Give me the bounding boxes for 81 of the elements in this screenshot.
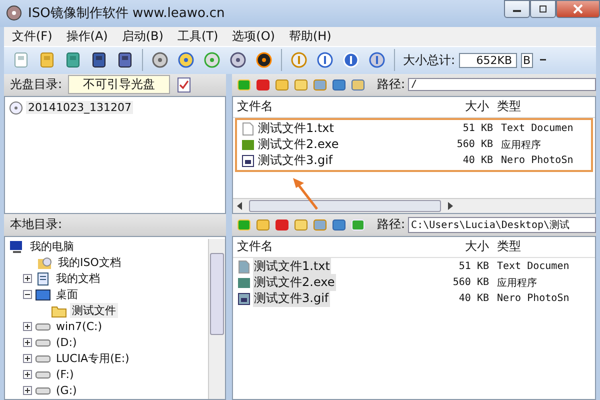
scroll-right-icon[interactable] [447,202,453,210]
path-field[interactable]: C:\Users\Lucia\Desktop\测试 [408,216,596,233]
path-label: 路径: [377,76,406,94]
maximize-icon [538,5,548,13]
total-size-field: 652KB [459,52,518,68]
file-type-cell-text: Text Documen [496,261,570,272]
column-header[interactable]: 类型 [489,238,595,256]
file-size-cell-text: 560 KB [456,139,493,150]
menu-item[interactable]: 文件(F) [12,28,52,45]
column-header[interactable]: 文件名 [233,98,437,116]
boot-mode-field[interactable]: 不可引导光盘 [68,75,170,94]
total-size-label: 大小总计: [403,52,456,69]
file-type-cell-text: Text Documen [500,123,574,134]
expand-toggle[interactable] [23,274,32,284]
menu-item[interactable]: 操作(A) [66,28,108,45]
file-size-cell-text: 40 KB [462,155,493,166]
annotation-arrow [291,176,321,211]
file-size-cell-text: 560 KB [452,277,489,288]
expand-toggle[interactable] [23,338,32,348]
file-name-cell[interactable]: 测试文件1.txt [257,120,335,138]
tree-item[interactable]: (D:) [54,336,79,350]
menu-item[interactable]: 启动(B) [122,28,164,45]
tree-item[interactable]: 测试文件 [70,303,118,318]
tree-item[interactable]: 我的ISO文档 [56,255,123,270]
vertical-scrollbar[interactable] [208,238,225,399]
size-unit-dropdown[interactable]: B [521,52,533,68]
file-size-cell-text: 51 KB [462,123,493,134]
text-file-icon [241,122,255,136]
window-title: ISO镜像制作软件 www.leawo.cn [28,5,226,22]
path-label: 路径: [377,216,406,234]
local-directory-label: 本地目录: [10,216,62,234]
file-type-cell-text: Nero PhotoSn [500,155,574,166]
expand-toggle[interactable] [23,370,32,380]
expand-toggle[interactable] [23,322,32,332]
file-name-cell[interactable]: 测试文件2.exe [253,274,336,292]
tree-item[interactable]: 我的文档 [54,271,102,286]
column-header[interactable]: 大小 [437,98,489,116]
file-name-cell[interactable]: 测试文件3.gif [253,290,330,308]
file-size-cell-text: 51 KB [458,261,489,272]
file-name-cell[interactable]: 测试文件2.exe [257,136,340,154]
desktop-icon [35,288,51,302]
tree-item[interactable]: (F:) [54,368,76,382]
documents-icon [35,272,51,286]
horizontal-scrollbar[interactable] [233,198,595,213]
tree-item[interactable]: win7(C:) [54,320,104,334]
file-type-cell-text: 应用程序 [496,276,538,290]
maximize-button[interactable] [530,0,556,18]
disc-icon[interactable] [203,51,221,70]
image-file-icon [241,154,255,168]
text-file-icon [237,260,251,274]
expand-toggle[interactable] [23,354,32,364]
menu-item[interactable]: 帮助(H) [288,28,332,45]
folder-icon [51,304,67,318]
file-name-cell[interactable]: 测试文件3.gif [257,152,334,170]
app-disc-icon [6,5,22,22]
file-size-cell-text: 40 KB [458,293,489,304]
close-button[interactable] [556,0,600,18]
file-type-cell-text: 应用程序 [500,138,542,152]
expand-toggle[interactable] [23,386,32,396]
minimize-button[interactable] [504,0,530,18]
tree-item[interactable]: 桌面 [54,287,80,302]
column-header[interactable]: 类型 [489,98,595,116]
tree-item[interactable]: (G:) [54,384,79,398]
menu-item[interactable]: 选项(O) [232,28,275,45]
expand-toggle[interactable] [23,290,32,300]
image-file-icon [237,292,251,306]
disc-directory-label: 光盘目录: [10,76,62,94]
file-type-cell-text: Nero PhotoSn [496,293,570,304]
computer-icon [9,240,25,254]
tree-item[interactable]: 20141023_131207 [26,101,134,114]
column-header[interactable]: 文件名 [233,238,437,256]
close-icon [573,4,583,14]
path-field[interactable]: / [408,78,596,92]
file-name-cell[interactable]: 测试文件1.txt [253,258,331,276]
tree-item[interactable]: 我的电脑 [28,239,76,254]
menu-item[interactable]: 工具(T) [177,28,218,45]
scroll-left-icon[interactable] [237,202,243,210]
disc-icon [9,100,23,115]
checklist-icon[interactable] [176,76,192,93]
column-header[interactable]: 大小 [437,238,489,256]
tree-item[interactable]: LUCIA专用(E:) [54,351,132,366]
